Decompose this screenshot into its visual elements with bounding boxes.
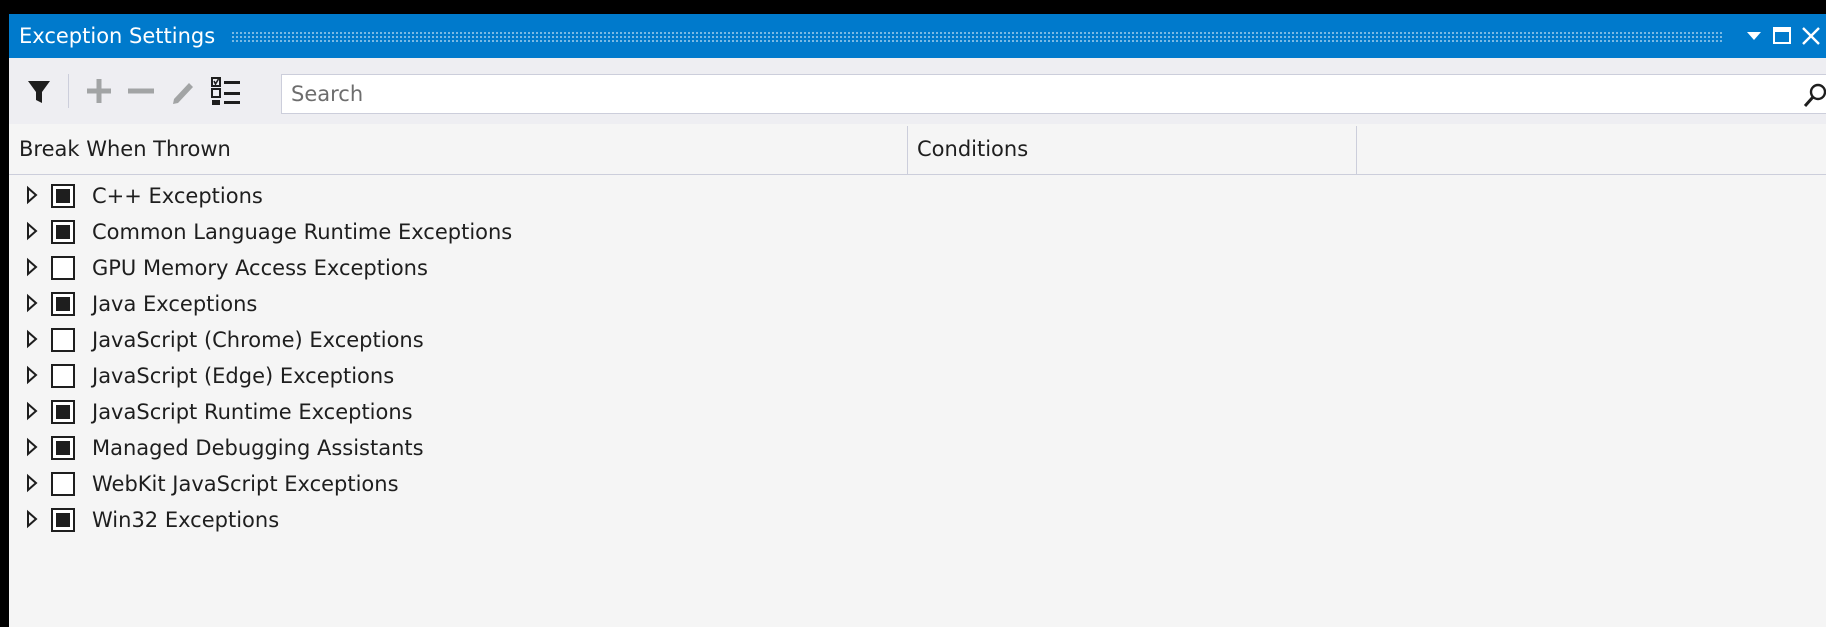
exception-category-label: WebKit JavaScript Exceptions bbox=[92, 472, 399, 496]
expand-arrow-icon[interactable] bbox=[22, 401, 42, 421]
exception-category-label: Managed Debugging Assistants bbox=[92, 436, 424, 460]
checkbox-indeterminate-fill bbox=[56, 225, 70, 239]
break-when-thrown-checkbox[interactable] bbox=[51, 436, 75, 460]
break-when-thrown-checkbox[interactable] bbox=[51, 292, 75, 316]
checkbox-indeterminate-fill bbox=[56, 405, 70, 419]
break-when-thrown-checkbox[interactable] bbox=[51, 220, 75, 244]
window-title: Exception Settings bbox=[19, 24, 216, 48]
exception-category-row[interactable]: WebKit JavaScript Exceptions bbox=[9, 466, 1826, 502]
exception-category-row[interactable]: JavaScript Runtime Exceptions bbox=[9, 394, 1826, 430]
break-when-thrown-checkbox[interactable] bbox=[51, 508, 75, 532]
minus-icon[interactable] bbox=[123, 73, 159, 109]
exception-category-label: JavaScript (Edge) Exceptions bbox=[92, 364, 395, 388]
exception-category-row[interactable]: C++ Exceptions bbox=[9, 178, 1826, 214]
expand-arrow-icon[interactable] bbox=[22, 293, 42, 313]
break-when-thrown-checkbox[interactable] bbox=[51, 400, 75, 424]
expand-arrow-icon[interactable] bbox=[22, 509, 42, 529]
filter-icon[interactable] bbox=[21, 73, 57, 109]
exception-category-row[interactable]: Java Exceptions bbox=[9, 286, 1826, 322]
break-when-thrown-checkbox[interactable] bbox=[51, 328, 75, 352]
restore-defaults-icon[interactable] bbox=[208, 73, 244, 109]
column-header-conditions[interactable]: Conditions bbox=[917, 124, 1028, 174]
window-position-dropdown-icon[interactable] bbox=[1740, 22, 1768, 50]
column-divider[interactable] bbox=[907, 126, 908, 174]
pencil-icon[interactable] bbox=[165, 73, 201, 109]
column-header-row: Break When Thrown Conditions bbox=[9, 124, 1826, 175]
plus-icon[interactable] bbox=[81, 73, 117, 109]
maximize-icon[interactable] bbox=[1768, 22, 1796, 50]
expand-arrow-icon[interactable] bbox=[22, 257, 42, 277]
exception-category-row[interactable]: Win32 Exceptions bbox=[9, 502, 1826, 538]
toolbar-separator bbox=[68, 74, 69, 108]
exception-category-row[interactable]: JavaScript (Edge) Exceptions bbox=[9, 358, 1826, 394]
toolbar bbox=[9, 58, 1826, 124]
exception-category-label: JavaScript (Chrome) Exceptions bbox=[92, 328, 424, 352]
checkbox-indeterminate-fill bbox=[56, 513, 70, 527]
exception-category-label: Win32 Exceptions bbox=[92, 508, 280, 532]
exception-category-label: Java Exceptions bbox=[92, 292, 258, 316]
expand-arrow-icon[interactable] bbox=[22, 365, 42, 385]
break-when-thrown-checkbox[interactable] bbox=[51, 364, 75, 388]
exception-category-row[interactable]: Managed Debugging Assistants bbox=[9, 430, 1826, 466]
search-box bbox=[281, 74, 1826, 114]
expand-arrow-icon[interactable] bbox=[22, 473, 42, 493]
expand-arrow-icon[interactable] bbox=[22, 329, 42, 349]
title-bar[interactable]: Exception Settings bbox=[9, 14, 1826, 58]
exception-category-row[interactable]: GPU Memory Access Exceptions bbox=[9, 250, 1826, 286]
exception-category-row[interactable]: Common Language Runtime Exceptions bbox=[9, 214, 1826, 250]
title-bar-grip[interactable] bbox=[231, 31, 1722, 42]
checkbox-indeterminate-fill bbox=[56, 297, 70, 311]
break-when-thrown-checkbox[interactable] bbox=[51, 256, 75, 280]
exception-settings-window: Exception Settings Search Break When Thr… bbox=[9, 14, 1826, 627]
expand-arrow-icon[interactable] bbox=[22, 437, 42, 457]
checkbox-indeterminate-fill bbox=[56, 441, 70, 455]
exception-category-label: GPU Memory Access Exceptions bbox=[92, 256, 428, 280]
exception-category-label: Common Language Runtime Exceptions bbox=[92, 220, 513, 244]
column-divider[interactable] bbox=[1356, 126, 1357, 174]
break-when-thrown-checkbox[interactable] bbox=[51, 472, 75, 496]
search-input[interactable] bbox=[282, 75, 1772, 113]
exception-category-label: C++ Exceptions bbox=[92, 184, 263, 208]
expand-arrow-icon[interactable] bbox=[22, 185, 42, 205]
column-header-break-when-thrown[interactable]: Break When Thrown bbox=[19, 124, 231, 174]
exception-category-row[interactable]: JavaScript (Chrome) Exceptions bbox=[9, 322, 1826, 358]
close-icon[interactable] bbox=[1797, 22, 1825, 50]
exception-category-label: JavaScript Runtime Exceptions bbox=[92, 400, 413, 424]
search-icon[interactable] bbox=[1802, 81, 1826, 109]
expand-arrow-icon[interactable] bbox=[22, 221, 42, 241]
checkbox-indeterminate-fill bbox=[56, 189, 70, 203]
break-when-thrown-checkbox[interactable] bbox=[51, 184, 75, 208]
